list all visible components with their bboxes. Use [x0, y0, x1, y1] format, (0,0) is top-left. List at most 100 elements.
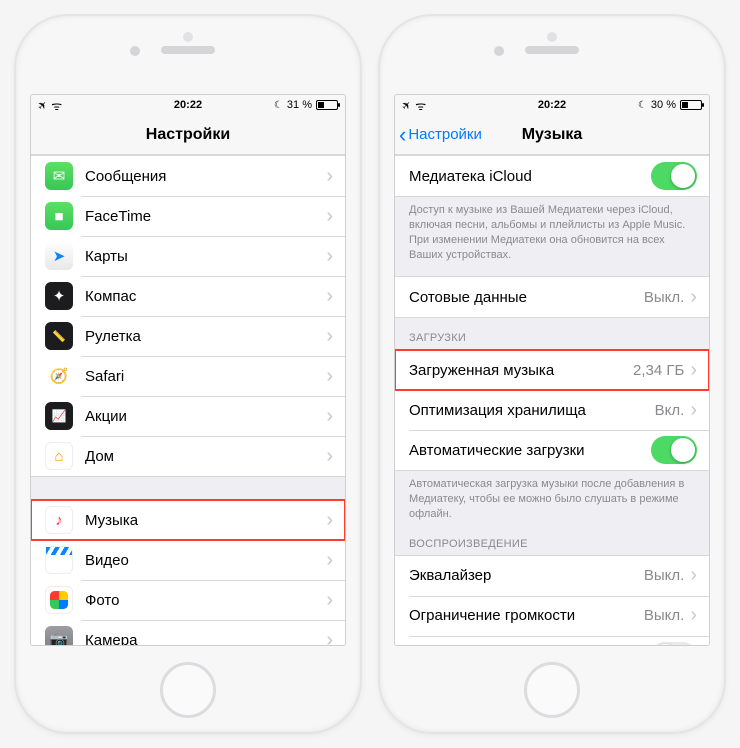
- row-label: Медиатека iCloud: [409, 168, 651, 185]
- row-value: Выкл.: [644, 607, 684, 624]
- wifi-icon: ᯤ: [415, 97, 426, 114]
- do-not-disturb-icon: ☾: [274, 100, 283, 111]
- settings-row-maps[interactable]: ➤ Карты ›: [31, 236, 345, 276]
- iphone-frame-right: ✈ ᯤ 20:22 ☾ 30 % ‹ Настройки Музыка Меди…: [378, 14, 726, 734]
- camera-icon: 📷: [45, 626, 73, 645]
- row-label: Камера: [85, 632, 326, 646]
- row-value: Выкл.: [644, 567, 684, 584]
- chevron-left-icon: ‹: [399, 124, 406, 146]
- chevron-right-icon: ›: [690, 564, 697, 587]
- row-label: Загруженная музыка: [409, 362, 633, 379]
- row-cellular-data[interactable]: Сотовые данные Выкл. ›: [395, 277, 709, 317]
- chevron-right-icon: ›: [326, 509, 333, 532]
- front-camera: [130, 46, 140, 56]
- settings-row-stocks[interactable]: 📈 Акции ›: [31, 396, 345, 436]
- status-bar: ✈ ᯤ 20:22 ☾ 31 %: [31, 95, 345, 115]
- row-sound-check[interactable]: Коррекция громкости: [395, 636, 709, 645]
- status-time: 20:22: [174, 99, 202, 111]
- settings-row-music[interactable]: ♪ Музыка ›: [31, 500, 345, 540]
- chevron-right-icon: ›: [326, 365, 333, 388]
- settings-row-home[interactable]: ⌂ Дом ›: [31, 436, 345, 476]
- icloud-footer: Доступ к музыке из Вашей Медиатеки через…: [395, 197, 709, 264]
- chevron-right-icon: ›: [690, 286, 697, 309]
- row-auto-downloads[interactable]: Автоматические загрузки: [395, 430, 709, 470]
- row-value: Выкл.: [644, 289, 684, 306]
- settings-row-video[interactable]: Видео ›: [31, 540, 345, 580]
- music-icon: ♪: [45, 506, 73, 534]
- do-not-disturb-icon: ☾: [638, 100, 647, 111]
- toggle-auto-downloads[interactable]: [651, 436, 697, 464]
- row-volume-limit[interactable]: Ограничение громкости Выкл. ›: [395, 596, 709, 636]
- maps-icon: ➤: [45, 242, 73, 270]
- facetime-icon: ■: [45, 202, 73, 230]
- settings-row-compass[interactable]: ✦ Компас ›: [31, 276, 345, 316]
- chevron-right-icon: ›: [326, 245, 333, 268]
- back-label: Настройки: [408, 126, 482, 143]
- airplane-icon: ✈: [35, 97, 51, 113]
- chevron-right-icon: ›: [326, 589, 333, 612]
- settings-row-facetime[interactable]: ■ FaceTime ›: [31, 196, 345, 236]
- row-label: Оптимизация хранилища: [409, 402, 655, 419]
- row-label: Safari: [85, 368, 326, 385]
- row-label: Сотовые данные: [409, 289, 644, 306]
- messages-icon: ✉︎: [45, 162, 73, 190]
- row-value: 2,34 ГБ: [633, 362, 684, 379]
- row-optimize-storage[interactable]: Оптимизация хранилища Вкл. ›: [395, 390, 709, 430]
- chevron-right-icon: ›: [690, 399, 697, 422]
- stocks-icon: 📈: [45, 402, 73, 430]
- airplane-icon: ✈: [399, 97, 415, 113]
- video-icon: [45, 546, 73, 574]
- screen-right: ✈ ᯤ 20:22 ☾ 30 % ‹ Настройки Музыка Меди…: [394, 94, 710, 646]
- sensor-dot: [183, 32, 193, 42]
- settings-row-camera[interactable]: 📷 Камера ›: [31, 620, 345, 645]
- earpiece: [525, 46, 579, 54]
- row-label: Дом: [85, 448, 326, 465]
- status-bar: ✈ ᯤ 20:22 ☾ 30 %: [395, 95, 709, 115]
- battery-percent: 31 %: [287, 99, 312, 111]
- settings-row-measure[interactable]: 📏 Рулетка ›: [31, 316, 345, 356]
- home-button[interactable]: [524, 662, 580, 718]
- chevron-right-icon: ›: [326, 285, 333, 308]
- row-label: Сообщения: [85, 168, 326, 185]
- row-label: FaceTime: [85, 208, 326, 225]
- row-label: Рулетка: [85, 328, 326, 345]
- chevron-right-icon: ›: [326, 445, 333, 468]
- settings-row-photos[interactable]: Фото ›: [31, 580, 345, 620]
- music-settings[interactable]: Медиатека iCloud Доступ к музыке из Ваше…: [395, 155, 709, 645]
- safari-icon: 🧭: [45, 362, 73, 390]
- row-label: Ограничение громкости: [409, 607, 644, 624]
- sensor-dot: [547, 32, 557, 42]
- toggle-icloud[interactable]: [651, 162, 697, 190]
- iphone-frame-left: ✈ ᯤ 20:22 ☾ 31 % Настройки ✉︎ Сообщения …: [14, 14, 362, 734]
- row-eq[interactable]: Эквалайзер Выкл. ›: [395, 556, 709, 596]
- row-label: Акции: [85, 408, 326, 425]
- front-camera: [494, 46, 504, 56]
- row-value: Вкл.: [655, 402, 685, 419]
- row-label: Видео: [85, 552, 326, 569]
- nav-bar: Настройки: [31, 115, 345, 155]
- chevron-right-icon: ›: [326, 165, 333, 188]
- row-icloud-library[interactable]: Медиатека iCloud: [395, 156, 709, 196]
- settings-row-safari[interactable]: 🧭 Safari ›: [31, 356, 345, 396]
- battery-icon: [680, 100, 702, 110]
- chevron-right-icon: ›: [326, 549, 333, 572]
- measure-icon: 📏: [45, 322, 73, 350]
- toggle-sound-check[interactable]: [651, 642, 697, 645]
- settings-list[interactable]: ✉︎ Сообщения › ■ FaceTime › ➤ Карты › ✦ …: [31, 155, 345, 645]
- nav-title: Настройки: [31, 126, 345, 144]
- settings-row-messages[interactable]: ✉︎ Сообщения ›: [31, 156, 345, 196]
- home-button[interactable]: [160, 662, 216, 718]
- chevron-right-icon: ›: [326, 405, 333, 428]
- battery-percent: 30 %: [651, 99, 676, 111]
- nav-bar: ‹ Настройки Музыка: [395, 115, 709, 155]
- row-downloaded-music[interactable]: Загруженная музыка 2,34 ГБ ›: [395, 350, 709, 390]
- wifi-icon: ᯤ: [51, 97, 62, 114]
- screen-left: ✈ ᯤ 20:22 ☾ 31 % Настройки ✉︎ Сообщения …: [30, 94, 346, 646]
- compass-icon: ✦: [45, 282, 73, 310]
- row-label: Компас: [85, 288, 326, 305]
- back-button[interactable]: ‹ Настройки: [395, 124, 482, 146]
- downloads-header: ЗАГРУЗКИ: [395, 318, 709, 349]
- home-icon: ⌂: [45, 442, 73, 470]
- chevron-right-icon: ›: [326, 325, 333, 348]
- chevron-right-icon: ›: [326, 629, 333, 646]
